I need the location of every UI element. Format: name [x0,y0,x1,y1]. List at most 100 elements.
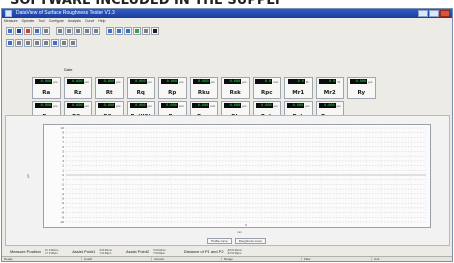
maximize-button[interactable] [429,10,439,17]
param-value: 0.000 [318,103,336,108]
distance-y: ΔY=0.00μm [227,251,242,255]
param-readout: 0.000 μm [287,103,309,108]
y-tick-label: -2 [61,182,64,186]
profile-curve-button[interactable]: Profile curve [207,238,232,244]
param-unit: μm [53,79,58,84]
param-name: Rp [168,90,177,96]
param-unit: μm [116,103,121,108]
param-value: 0.0 [287,79,305,84]
param-value: 0.000 [66,79,84,84]
y-tick-label: -4 [61,192,64,196]
stop-icon[interactable] [24,27,32,35]
status-ready: Ready [2,257,82,261]
y-tick-label: 2 [62,164,64,168]
app-window: DataView of Surface Roughness Tester V1.… [1,8,453,262]
y-tick-label: 0 [62,173,64,177]
param-unit: μm [210,79,215,84]
open-icon[interactable] [6,27,14,35]
toolbar-row-2 [6,38,77,48]
param-readout: 0.000 μm [350,79,372,84]
param-name: Rq [136,90,145,96]
table-icon[interactable] [133,27,141,35]
menu-tool[interactable]: Tool [38,18,44,24]
y-tick-label: 8 [62,135,64,139]
param-unit: μm [147,79,152,84]
param-tile: 0.000 μm Rsk [221,77,250,99]
param-tile: 0.0% Mr2 [315,77,344,99]
param-value: 0.000 [35,103,53,108]
param-value: 0.000 [192,103,210,108]
measure-position-y: Y= 0.00μm [44,251,58,255]
pen-icon[interactable] [65,27,73,35]
ruler-icon[interactable] [92,27,100,35]
param-unit: μm [273,103,278,108]
measure-position-values: X= 0.00mm Y= 0.00μm [45,249,58,255]
x-axis-unit: mm [237,230,242,234]
print-icon[interactable] [42,27,50,35]
y-tick-label: 7 [62,140,64,144]
roughness-curve-button[interactable]: Roughness curve [234,238,267,244]
param-unit: μm [84,103,89,108]
status-filter: Filter [302,257,372,261]
param-unit: mm [178,103,184,108]
status-unit: Unit [374,257,380,261]
assist-point1-label: Assist Point1 [72,249,96,254]
param-value: 0.000 [192,79,210,84]
list-icon[interactable] [142,27,150,35]
date-label: Date [64,67,73,72]
scale-icon[interactable] [83,27,91,35]
param-name: Rku [197,90,210,96]
menu-configure[interactable]: Configure [49,18,64,24]
param-unit: μm [53,103,58,108]
level-icon[interactable] [74,27,82,35]
menu-analysis[interactable]: Analysis [68,18,81,24]
window-controls [418,10,450,17]
param-tile: 0.000 μm Ry [347,77,376,99]
menu-help[interactable]: Help [98,18,105,24]
chart-frame[interactable]: 10 9 8 7 6 5 4 3 2 1 0 -1 -2 -3 -4 -5 -6 -7 -8 -9 -10 0 [43,124,431,228]
zoom-icon[interactable] [56,27,64,35]
distance-label: Distance of P1 and P2 [183,249,224,254]
status-range: Range [222,257,302,261]
param-tile: 0.0% Mr1 [284,77,313,99]
param-unit: μm [368,79,373,84]
black-square-icon[interactable] [151,27,159,35]
param-readout: 0.000 mm [160,103,184,108]
export-icon[interactable] [51,39,59,47]
param-value: 0.000 [129,79,147,84]
magnify-icon[interactable] [124,27,132,35]
param-tile: 0.000 μm Ra [32,77,61,99]
menu-operate[interactable]: Operate [22,18,35,24]
param-readout: 0.000 μm [35,79,57,84]
home-icon[interactable] [6,39,14,47]
menu-curve[interactable]: Curve [85,18,94,24]
play-icon[interactable] [15,39,23,47]
y-tick-label: 3 [62,159,64,163]
add-icon[interactable] [106,27,114,35]
menu-measure[interactable]: Measure [4,18,18,24]
page-icon[interactable] [33,39,41,47]
chart-svg: 109876543210-1-2-3-4-5-6-7-8-9-100 [60,126,427,227]
link-icon[interactable] [42,39,50,47]
assist-point2-label: Assist Point2 [126,249,150,254]
grid-icon[interactable] [24,39,32,47]
close-button[interactable] [440,10,450,17]
param-value: 0.000 [287,103,305,108]
param-readout: 0.000 μm [66,103,89,108]
chart-icon[interactable] [33,27,41,35]
minimize-button[interactable] [418,10,428,17]
parameter-row-1: 0.000 μm Ra 0.000 μm Rz 0.000 μm Rt 0.000 μm Rq 0.00… [32,77,376,99]
settings-icon[interactable] [60,39,68,47]
save-icon[interactable] [15,27,23,35]
star-icon[interactable] [115,27,123,35]
y-axis-unit: μm [26,173,31,179]
param-unit: mm [210,103,216,108]
param-tile: 0.000 μm Rp [158,77,187,99]
param-readout: 0.000 μm [98,103,120,108]
param-readout: 0.000 μm [224,103,246,108]
param-unit: mm [273,79,279,84]
window-title: DataView of Surface Roughness Tester V1.… [16,10,115,16]
param-unit: μm [242,79,247,84]
param-tile: 0.000 μm Rt [95,77,124,99]
undo-icon[interactable] [69,39,77,47]
